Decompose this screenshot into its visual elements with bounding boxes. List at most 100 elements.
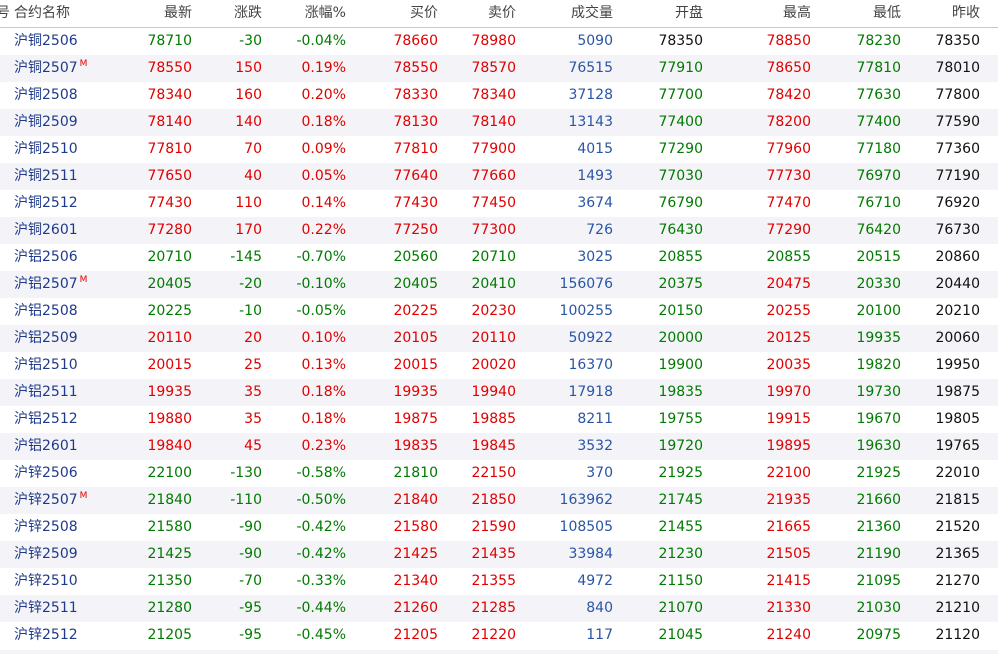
table-row[interactable]: 沪锌2510 21350 -70 -0.33% 21340 21355 4972 21150 2… [0, 568, 998, 595]
table-row[interactable]: 沪铜2512 77430 110 0.14% 77430 77450 3674 76790 77… [0, 190, 998, 217]
contract-name-value: 沪铜2508 [14, 87, 78, 103]
row-spacer [0, 136, 12, 163]
table-row[interactable]: 沪铜2506 78710 -30 -0.04% 78660 78980 5090 78350 7… [0, 28, 998, 55]
header-change-pct[interactable]: 涨幅% [272, 0, 356, 27]
volume-value: 3025 [577, 249, 613, 265]
table-row[interactable]: 沪锌2508 21580 -90 -0.42% 21580 21590 108505 2145… [0, 514, 998, 541]
ask-price: 21220 [446, 622, 526, 649]
price-change-pct: 0.09% [272, 136, 356, 163]
row-spacer [0, 352, 12, 379]
prev-close: 20210 [911, 298, 998, 325]
bid-price: 77810 [356, 136, 446, 163]
open-price: 19720 [621, 433, 711, 460]
ask-price-value: 19885 [471, 411, 516, 427]
low-price-value: 21925 [856, 465, 901, 481]
header-bid[interactable]: 买价 [356, 0, 446, 27]
price-change-value: 160 [235, 87, 262, 103]
table-row[interactable]: 沪铜2601 77280 170 0.22% 77250 77300 726 76430 772… [0, 217, 998, 244]
table-row[interactable]: 沪铜2507 M 78550 150 0.19% 78550 78570 76515 77910… [0, 55, 998, 82]
table-row[interactable]: 沪锌2506 22100 -130 -0.58% 21810 22150 370 21925 2… [0, 460, 998, 487]
high-price-value: 21330 [766, 600, 811, 616]
open-price-value: 21745 [658, 492, 703, 508]
open-price: 77290 [621, 136, 711, 163]
header-ask[interactable]: 卖价 [446, 0, 526, 27]
table-row[interactable]: 沪锌2511 21280 -95 -0.44% 21260 21285 840 21070 21… [0, 595, 998, 622]
volume-value: 5090 [577, 33, 613, 49]
contract-name-value: 沪铜2510 [14, 141, 78, 157]
table-row[interactable]: 沪锌2507 M 21840 -110 -0.50% 21840 21850 163962 21… [0, 487, 998, 514]
contract-name: 沪锌2507 M [12, 487, 112, 514]
ask-price-value: 78980 [471, 33, 516, 49]
contract-name: 沪铝2510 [12, 352, 112, 379]
price-change-pct: 0.18% [272, 379, 356, 406]
price-change-pct: -0.04% [272, 28, 356, 55]
open-price-value: 77700 [658, 87, 703, 103]
open-price: 21070 [621, 595, 711, 622]
high-price-value: 20855 [766, 249, 811, 265]
ask-price: 21355 [446, 568, 526, 595]
table-row[interactable]: 沪铝2512 19880 35 0.18% 19875 19885 8211 19755 199… [0, 406, 998, 433]
table-row[interactable]: 沪锌2512 21205 -95 -0.45% 21205 21220 117 21045 21… [0, 622, 998, 649]
contract-name: 沪锌2511 [12, 595, 112, 622]
volume-value: 100255 [559, 303, 613, 319]
header-change[interactable]: 涨跌 [202, 0, 272, 27]
table-row[interactable]: 沪铝2509 20110 20 0.10% 20105 20110 50922 20000 20… [0, 325, 998, 352]
open-price-value: 77290 [658, 141, 703, 157]
low-price-value: 19730 [856, 384, 901, 400]
low-price: 77180 [821, 136, 911, 163]
header-volume[interactable]: 成交量 [526, 0, 621, 27]
table-row[interactable]: 沪铜2511 77650 40 0.05% 77640 77660 1493 77030 777… [0, 163, 998, 190]
table-header: 号 合约名称 最新 涨跌 涨幅% 买价 卖价 成交量 开盘 最高 最低 昨收 [0, 0, 998, 28]
table-row[interactable]: 沪铜2508 78340 160 0.20% 78330 78340 37128 77700 7… [0, 82, 998, 109]
price-change-value: 110 [235, 195, 262, 211]
open-price: 20000 [621, 325, 711, 352]
volume-value: 163962 [559, 492, 613, 508]
low-price-value: 20330 [856, 276, 901, 292]
low-price: 76710 [821, 190, 911, 217]
low-price: 19730 [821, 379, 911, 406]
low-price-value: 21095 [856, 573, 901, 589]
header-contract-name[interactable]: 合约名称 [12, 0, 112, 27]
table-row[interactable]: 沪铜2510 77810 70 0.09% 77810 77900 4015 77290 779… [0, 136, 998, 163]
volume-value: 4972 [577, 573, 613, 589]
price-change-value: -20 [239, 276, 262, 292]
low-price-value: 20975 [856, 627, 901, 643]
header-low[interactable]: 最低 [821, 0, 911, 27]
ask-price: 77450 [446, 190, 526, 217]
low-price-value: 20100 [856, 303, 901, 319]
table-row[interactable]: 沪铜2509 78140 140 0.18% 78130 78140 13143 77400 7… [0, 109, 998, 136]
high-price-value: 19895 [766, 438, 811, 454]
table-row[interactable]: 沪铝2510 20015 25 0.13% 20015 20020 16370 19900 20… [0, 352, 998, 379]
volume: 76515 [526, 55, 621, 82]
high-price: 77290 [711, 217, 821, 244]
open-price: 77700 [621, 82, 711, 109]
header-prev-close[interactable]: 昨收 [911, 0, 998, 27]
table-row[interactable]: 沪铝2508 20225 -10 -0.05% 20225 20230 100255 2015… [0, 298, 998, 325]
table-row[interactable]: 沪铝2601 19840 45 0.23% 19835 19845 3532 19720 198… [0, 433, 998, 460]
header-open[interactable]: 开盘 [621, 0, 711, 27]
header-last[interactable]: 最新 [112, 0, 202, 27]
price-change-pct-value: 0.18% [301, 114, 346, 130]
row-spacer [0, 82, 12, 109]
table-row[interactable]: 沪锌2509 21425 -90 -0.42% 21425 21435 33984 21230… [0, 541, 998, 568]
bid-price: 78550 [356, 55, 446, 82]
price-change-value: -145 [230, 249, 262, 265]
price-change-pct: 0.18% [272, 406, 356, 433]
table-row[interactable]: 沪铝2507 M 20405 -20 -0.10% 20405 20410 156076 203… [0, 271, 998, 298]
ask-price: 19845 [446, 433, 526, 460]
low-price-value: 19670 [856, 411, 901, 427]
high-price-value: 19970 [766, 384, 811, 400]
ask-price: 77300 [446, 217, 526, 244]
ask-price: 78140 [446, 109, 526, 136]
header-high[interactable]: 最高 [711, 0, 821, 27]
table-row[interactable]: 沪铝2506 20710 -145 -0.70% 20560 20710 3025 20855… [0, 244, 998, 271]
prev-close-value: 76730 [935, 222, 980, 238]
contract-name-value: 沪铜2507 [14, 60, 78, 76]
table-row[interactable]: 沪铝2511 19935 35 0.18% 19935 19940 17918 19835 19… [0, 379, 998, 406]
high-price: 20035 [711, 352, 821, 379]
contract-name-value: 沪锌2512 [14, 627, 78, 643]
price-change: -95 [202, 622, 272, 649]
volume: 3674 [526, 190, 621, 217]
prev-close-value: 21520 [935, 519, 980, 535]
price-change: -30 [202, 28, 272, 55]
